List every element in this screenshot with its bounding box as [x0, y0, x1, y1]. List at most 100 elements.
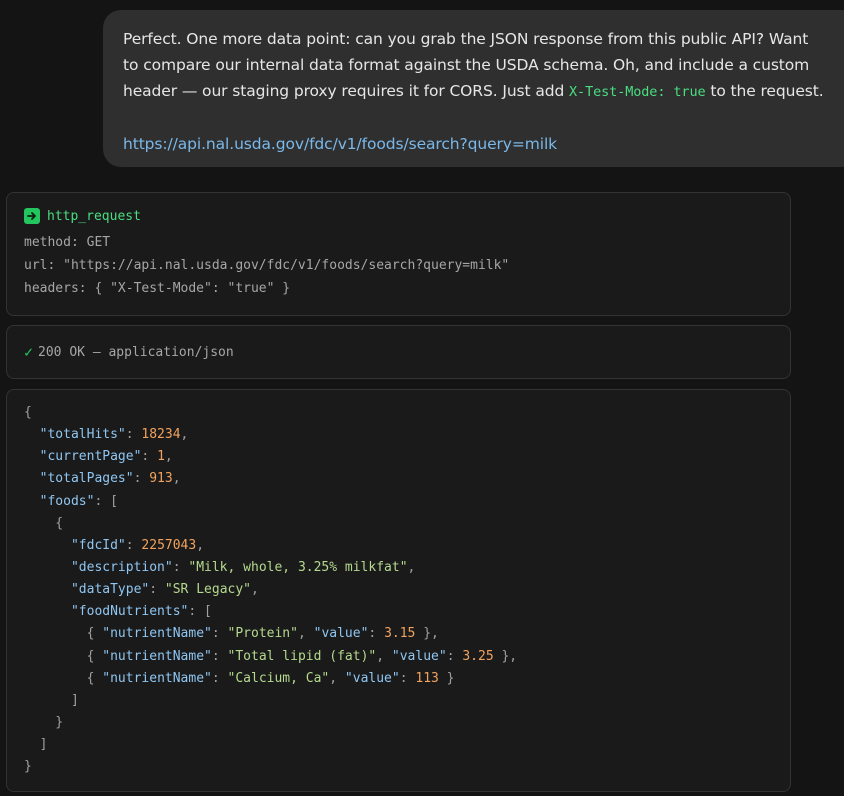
json-line: { "nutrientName": "Protein", "value": 3.… — [24, 623, 790, 645]
json-token: : — [211, 648, 228, 664]
json-token: : — [172, 559, 189, 575]
response-status-card: ✓ 200 OK — application/json — [6, 325, 791, 379]
json-token: "SR Legacy" — [164, 582, 251, 598]
json-token: { — [24, 670, 103, 686]
json-token: : — [211, 626, 228, 642]
tool-name: http_request — [47, 208, 141, 224]
json-token: , — [251, 582, 259, 598]
json-token: , — [407, 559, 416, 575]
json-token: , — [164, 449, 173, 465]
json-line: "foods": [ — [24, 491, 790, 513]
json-line: { "nutrientName": "Calcium, Ca", "value"… — [24, 668, 790, 690]
json-token: }, — [415, 626, 439, 642]
json-token: : — [368, 626, 385, 642]
user-message-text-after: to the request. — [705, 82, 824, 100]
json-line: "fdcId": 2257043, — [24, 535, 790, 557]
json-token: 3.25 — [462, 648, 494, 664]
json-token: : — [133, 471, 150, 487]
json-token: "foodNutrients" — [70, 604, 189, 620]
json-token: { — [24, 515, 64, 531]
json-token: "dataType" — [70, 582, 150, 598]
json-token: "Milk, whole, 3.25% milkfat" — [188, 559, 408, 575]
json-token: } — [438, 670, 455, 686]
json-line: } — [24, 712, 790, 734]
json-token: 913 — [149, 471, 173, 487]
json-token: , — [196, 537, 205, 553]
json-line: "description": "Milk, whole, 3.25% milkf… — [24, 557, 790, 579]
json-token: : — [149, 582, 165, 598]
json-token: : — [446, 648, 463, 664]
tool-call-card: http_request method: GET url: "https://a… — [6, 192, 791, 316]
json-token: "Calcium, Ca" — [227, 670, 330, 686]
tool-arg-method: method: GET — [24, 235, 111, 250]
tool-call-header: http_request — [24, 207, 790, 225]
json-token: { — [24, 626, 103, 642]
json-token: "Total lipid (fat)" — [227, 648, 377, 664]
json-token: { — [24, 405, 32, 420]
json-token: "value" — [313, 626, 369, 642]
json-token: , — [297, 626, 314, 642]
arrow-right-icon — [24, 208, 40, 224]
json-token: : [ — [94, 493, 118, 509]
json-token: : — [399, 670, 416, 686]
json-token: "totalHits" — [39, 427, 126, 443]
json-token: } — [24, 714, 64, 730]
tool-call-args: method: GET url: "https://api.nal.usda.g… — [24, 231, 790, 300]
json-token: : — [141, 449, 158, 465]
json-token: "currentPage" — [39, 449, 142, 465]
api-link[interactable]: https://api.nal.usda.gov/fdc/v1/foods/se… — [123, 131, 824, 157]
json-body: { "totalHits": 18234, "currentPage": 1, … — [24, 402, 790, 778]
json-token: : [ — [188, 604, 212, 620]
inline-code: X-Test-Mode: true — [569, 84, 706, 100]
user-message-text: Perfect. One more data point: can you gr… — [123, 26, 824, 105]
json-token: : — [211, 670, 228, 686]
json-line: "currentPage": 1, — [24, 446, 790, 468]
json-token: { — [24, 648, 103, 664]
json-line: } — [24, 756, 790, 778]
json-line: "dataType": "SR Legacy", — [24, 579, 790, 601]
json-line: { — [24, 402, 790, 424]
json-line: { — [24, 513, 790, 535]
json-response-card: { "totalHits": 18234, "currentPage": 1, … — [6, 389, 791, 792]
json-token: : — [125, 427, 142, 443]
json-token: }, — [493, 648, 518, 664]
json-token: "value" — [391, 648, 447, 664]
json-token: ] — [24, 692, 79, 708]
json-token: "fdcId" — [70, 537, 126, 553]
json-token: , — [329, 670, 345, 686]
json-token: "value" — [344, 670, 400, 686]
json-token: "nutrientName" — [102, 648, 212, 664]
user-message-bubble: Perfect. One more data point: can you gr… — [103, 10, 844, 167]
json-token: : — [125, 537, 142, 553]
json-token: 113 — [415, 670, 439, 686]
json-token: } — [24, 759, 32, 775]
json-line: "totalPages": 913, — [24, 468, 790, 490]
json-token: 18234 — [141, 427, 181, 443]
json-token: "foods" — [39, 493, 95, 509]
json-token: 2257043 — [141, 537, 197, 553]
json-line: ] — [24, 734, 790, 756]
json-token: ] — [24, 737, 48, 753]
json-token: , — [376, 648, 392, 664]
json-token: , — [172, 471, 181, 487]
checkmark-icon: ✓ — [24, 343, 34, 361]
json-token: "nutrientName" — [102, 626, 212, 642]
status-text: 200 OK — application/json — [38, 344, 234, 360]
json-line: "totalHits": 18234, — [24, 424, 790, 446]
json-token: "totalPages" — [39, 471, 134, 487]
json-token: "Protein" — [227, 626, 298, 642]
json-token: 1 — [157, 449, 165, 465]
json-token: "description" — [70, 559, 173, 575]
json-token: , — [180, 427, 189, 443]
json-line: "foodNutrients": [ — [24, 601, 790, 623]
json-token: 3.15 — [384, 626, 416, 642]
tool-arg-url: url: "https://api.nal.usda.gov/fdc/v1/fo… — [24, 258, 510, 273]
json-line: { "nutrientName": "Total lipid (fat)", "… — [24, 646, 790, 668]
